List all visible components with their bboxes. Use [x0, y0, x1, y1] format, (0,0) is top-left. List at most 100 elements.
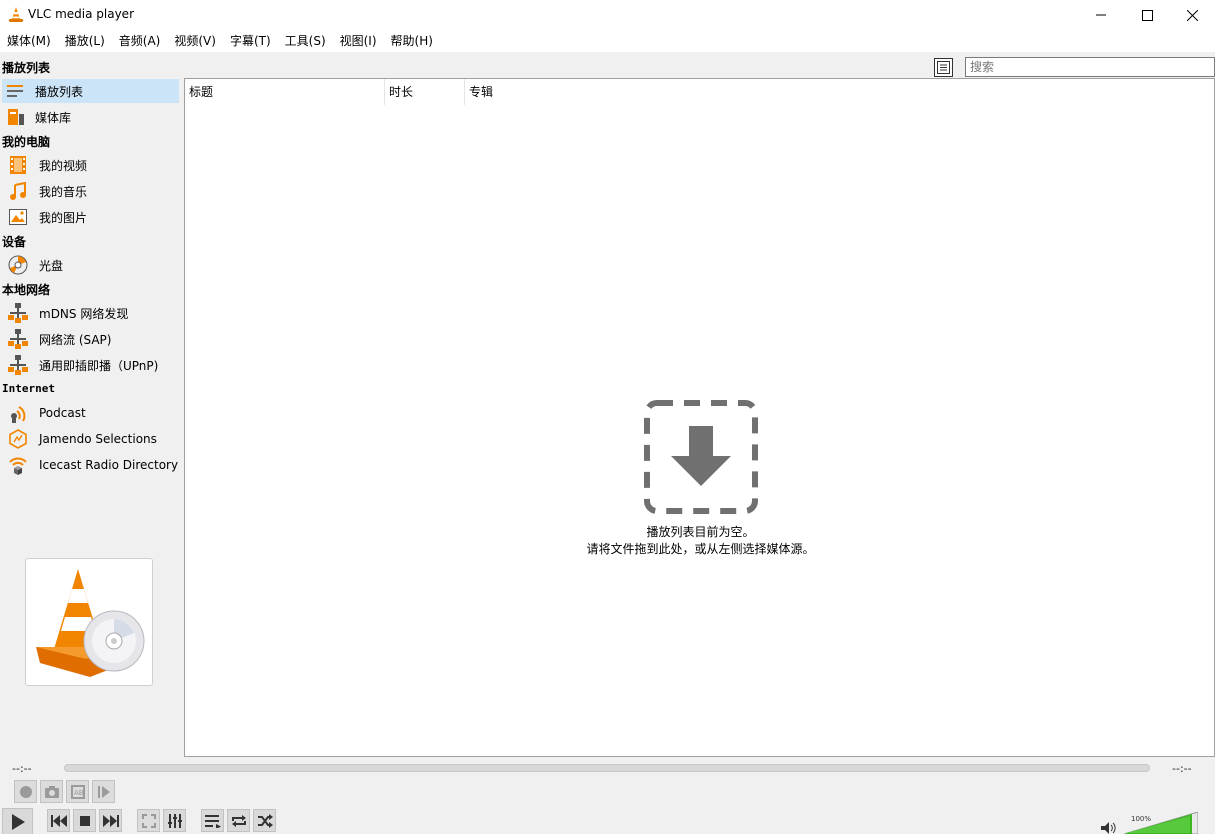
- sidebar-item-icecast[interactable]: Icecast Radio Directory: [2, 453, 179, 477]
- snapshot-button[interactable]: [40, 780, 63, 803]
- playlist-icon: [6, 81, 26, 101]
- minimize-icon: [1096, 14, 1106, 16]
- album-art: [25, 558, 153, 686]
- sidebar-item-my-videos[interactable]: 我的视频: [2, 153, 179, 177]
- category-local-network: 本地网络: [2, 283, 51, 297]
- record-icon: [19, 785, 32, 798]
- sidebar-item-media-library[interactable]: 媒体库: [2, 105, 179, 129]
- speaker-icon[interactable]: [1101, 822, 1117, 834]
- minimize-button[interactable]: [1078, 0, 1124, 30]
- sidebar-item-label: 我的图片: [39, 210, 88, 225]
- icecast-icon: [8, 455, 28, 475]
- menu-tools[interactable]: 工具(S): [278, 30, 333, 52]
- sidebar-item-upnp[interactable]: 通用即插即播（UPnP): [2, 353, 179, 377]
- playlist-icon: [204, 814, 221, 828]
- previous-button[interactable]: [47, 809, 70, 832]
- sidebar-item-disc[interactable]: 光盘: [2, 253, 179, 277]
- column-header-title[interactable]: 标题: [185, 79, 385, 105]
- shuffle-button[interactable]: [253, 809, 276, 832]
- toggle-playlist-button[interactable]: [201, 809, 224, 832]
- drop-target-icon: [644, 400, 758, 514]
- menu-view[interactable]: 视图(I): [333, 30, 384, 52]
- frame-step-button[interactable]: [92, 780, 115, 803]
- menu-audio[interactable]: 音频(A): [112, 30, 168, 52]
- sidebar-item-my-music[interactable]: 我的音乐: [2, 179, 179, 203]
- sidebar-item-mdns[interactable]: mDNS 网络发现: [2, 301, 179, 325]
- menu-subtitle[interactable]: 字幕(T): [223, 30, 278, 52]
- sidebar-item-label: Icecast Radio Directory: [39, 458, 179, 472]
- maximize-button[interactable]: [1124, 0, 1170, 30]
- equalizer-icon: [167, 813, 182, 828]
- category-internet: Internet: [2, 382, 55, 395]
- menu-media[interactable]: 媒体(M): [0, 30, 58, 52]
- sidebar-item-podcast[interactable]: Podcast: [2, 401, 179, 425]
- sidebar-item-label: mDNS 网络发现: [39, 306, 129, 321]
- category-devices: 设备: [2, 235, 27, 249]
- seek-bar[interactable]: [64, 764, 1150, 772]
- loop-ab-icon: AB: [70, 784, 85, 799]
- frame-step-icon: [97, 785, 110, 798]
- svg-text:AB: AB: [74, 789, 84, 797]
- menu-playback[interactable]: 播放(L): [58, 30, 112, 52]
- title-bar: VLC media player: [0, 0, 1215, 30]
- jamendo-icon: [8, 429, 28, 449]
- play-icon: [11, 814, 25, 830]
- sidebar-item-sap[interactable]: 网络流 (SAP): [2, 327, 179, 351]
- fullscreen-icon: [141, 813, 156, 828]
- column-header-album[interactable]: 专辑: [465, 79, 545, 105]
- menu-video[interactable]: 视频(V): [167, 30, 223, 52]
- remaining-time: --:--: [1172, 762, 1192, 775]
- picture-icon: [8, 207, 28, 227]
- close-button[interactable]: [1169, 0, 1215, 30]
- media-library-icon: [6, 107, 26, 127]
- vlc-cone-disc-icon: [36, 569, 145, 677]
- network-icon: [8, 303, 28, 323]
- playlist-panel[interactable]: 标题 时长 专辑 播放列表目前为空。 请将文件拖到此处，或从左侧选择媒体源。: [184, 78, 1215, 757]
- loop-ab-button[interactable]: AB: [66, 780, 89, 803]
- playlist-view-button[interactable]: [934, 58, 953, 77]
- stop-button[interactable]: [73, 809, 96, 832]
- search-input[interactable]: [965, 57, 1215, 77]
- empty-playlist-message: 播放列表目前为空。: [646, 525, 755, 539]
- sidebar-item-playlist[interactable]: 播放列表: [2, 79, 179, 103]
- previous-icon: [50, 814, 67, 827]
- menu-bar: 媒体(M) 播放(L) 音频(A) 视频(V) 字幕(T) 工具(S) 视图(I…: [0, 30, 1215, 52]
- elapsed-time: --:--: [12, 762, 32, 775]
- network-icon: [8, 329, 28, 349]
- music-note-icon: [8, 181, 28, 201]
- sidebar-item-label: 播放列表: [35, 84, 84, 99]
- sidebar-item-label: 网络流 (SAP): [39, 332, 112, 347]
- column-header-duration[interactable]: 时长: [385, 79, 465, 105]
- volume-percentage: 100%: [1131, 815, 1152, 823]
- shuffle-icon: [257, 813, 273, 828]
- record-button[interactable]: [14, 780, 37, 803]
- sidebar-item-label: 我的视频: [39, 158, 88, 173]
- sidebar-item-label: Jamendo Selections: [39, 432, 157, 446]
- podcast-icon: [8, 403, 28, 423]
- menu-help[interactable]: 帮助(H): [384, 30, 440, 52]
- sidebar-item-my-pictures[interactable]: 我的图片: [2, 205, 179, 229]
- window-title: VLC media player: [28, 7, 135, 21]
- loop-button[interactable]: [227, 809, 250, 832]
- camera-icon: [44, 785, 59, 798]
- next-icon: [102, 814, 119, 827]
- sidebar-item-jamendo[interactable]: Jamendo Selections: [2, 427, 179, 451]
- disc-icon: [8, 255, 28, 275]
- category-my-computer: 我的电脑: [2, 135, 51, 149]
- list-view-icon: [937, 61, 950, 74]
- network-icon: [8, 355, 28, 375]
- next-button[interactable]: [99, 809, 122, 832]
- sidebar-item-label: 媒体库: [35, 110, 72, 125]
- play-button[interactable]: [2, 808, 33, 834]
- vlc-cone-icon: [9, 7, 23, 22]
- sidebar-title: 播放列表: [2, 61, 51, 75]
- close-icon: [1186, 9, 1198, 21]
- fullscreen-button[interactable]: [137, 809, 160, 832]
- film-icon: [8, 155, 28, 175]
- maximize-icon: [1141, 9, 1153, 21]
- extended-settings-button[interactable]: [163, 809, 186, 832]
- sidebar-item-label: 通用即插即播（UPnP): [39, 358, 159, 373]
- sidebar-item-label: 光盘: [39, 258, 64, 273]
- empty-playlist-hint: 请将文件拖到此处，或从左侧选择媒体源。: [586, 542, 815, 556]
- sidebar-item-label: 我的音乐: [39, 184, 88, 199]
